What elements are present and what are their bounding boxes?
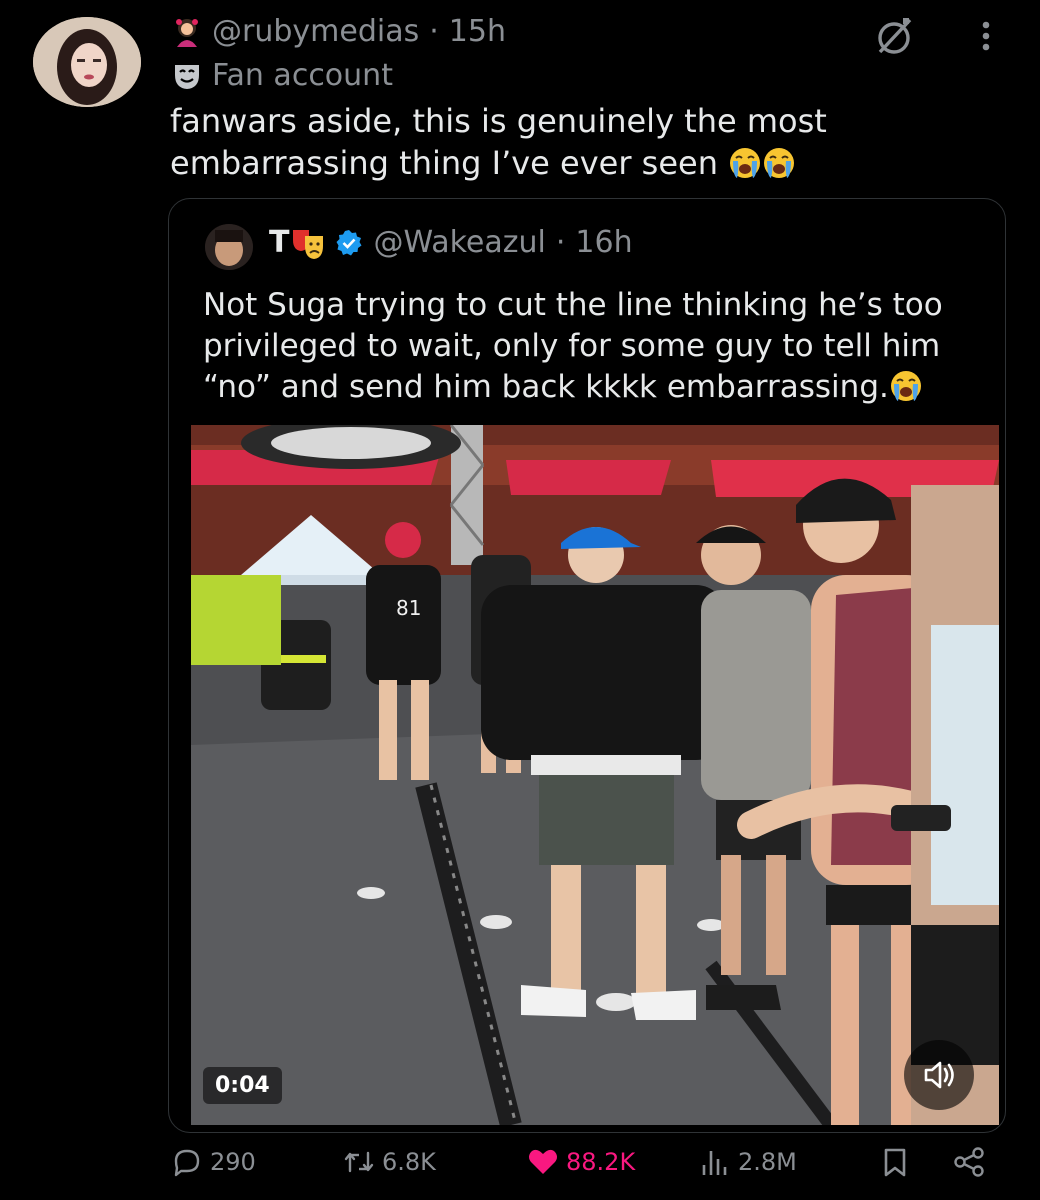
repost-icon xyxy=(344,1151,374,1173)
bookmark-icon xyxy=(884,1148,906,1177)
automated-label: Fan account xyxy=(172,58,393,93)
quoted-post-text: Not Suga trying to cut the line thinking… xyxy=(203,285,993,408)
separator: · xyxy=(429,14,439,49)
like-count: 88.2K xyxy=(566,1148,636,1176)
post-time[interactable]: 15h xyxy=(449,14,506,49)
quoted-author-name[interactable]: T xyxy=(269,225,289,260)
mask-icon xyxy=(172,61,202,91)
speaker-icon xyxy=(924,1061,954,1089)
grok-icon[interactable] xyxy=(872,14,916,58)
author-handle[interactable]: @rubymedias xyxy=(212,14,419,49)
quoted-post-header: T @Wakeazul · 16h xyxy=(269,225,633,260)
svg-text:81: 81 xyxy=(396,596,421,620)
quoted-author-handle[interactable]: @Wakeazul xyxy=(373,225,545,260)
views-button[interactable]: 2.8M xyxy=(698,1145,797,1179)
theater-masks-emoji-icon xyxy=(291,226,325,260)
quoted-author-avatar[interactable] xyxy=(205,224,253,270)
volume-button[interactable] xyxy=(904,1040,974,1110)
reply-count: 290 xyxy=(210,1148,256,1176)
share-button[interactable] xyxy=(952,1145,986,1179)
bookmark-button[interactable] xyxy=(878,1145,912,1179)
like-button[interactable]: 88.2K xyxy=(526,1145,635,1179)
reply-icon xyxy=(174,1149,200,1177)
loudly-crying-emoji-icon xyxy=(728,146,762,180)
post-view: @rubymedias · 15h Fan account fanwars as… xyxy=(0,0,1040,1200)
quoted-post[interactable]: T @Wakeazul · 16h Not Suga trying to cut… xyxy=(168,198,1006,1133)
views-icon xyxy=(702,1151,727,1175)
repost-button[interactable]: 6.8K xyxy=(342,1145,436,1179)
action-bar: 290 6.8K 88.2K 2.8M xyxy=(170,1145,1000,1185)
separator: · xyxy=(555,225,566,260)
post-header: @rubymedias · 15h xyxy=(172,14,506,49)
video-frame: 81 xyxy=(191,425,999,1125)
view-count: 2.8M xyxy=(738,1148,797,1176)
woman-emoji-icon xyxy=(172,17,202,47)
repost-count: 6.8K xyxy=(382,1148,436,1176)
share-icon xyxy=(954,1147,984,1177)
video-player[interactable]: 81 0:04 xyxy=(191,425,999,1125)
loudly-crying-emoji-icon xyxy=(762,146,796,180)
author-avatar[interactable] xyxy=(33,17,141,107)
loudly-crying-emoji-icon xyxy=(889,369,923,403)
heart-icon xyxy=(529,1149,557,1174)
quoted-post-time[interactable]: 16h xyxy=(575,225,632,260)
post-text: fanwars aside, this is genuinely the mos… xyxy=(170,100,930,184)
reply-button[interactable]: 290 xyxy=(170,1145,256,1179)
more-options-icon[interactable] xyxy=(974,18,998,54)
video-timestamp: 0:04 xyxy=(203,1067,282,1104)
verified-badge-icon xyxy=(335,229,363,257)
quoted-post-text-body: Not Suga trying to cut the line thinking… xyxy=(203,287,943,405)
account-label[interactable]: Fan account xyxy=(212,58,393,93)
